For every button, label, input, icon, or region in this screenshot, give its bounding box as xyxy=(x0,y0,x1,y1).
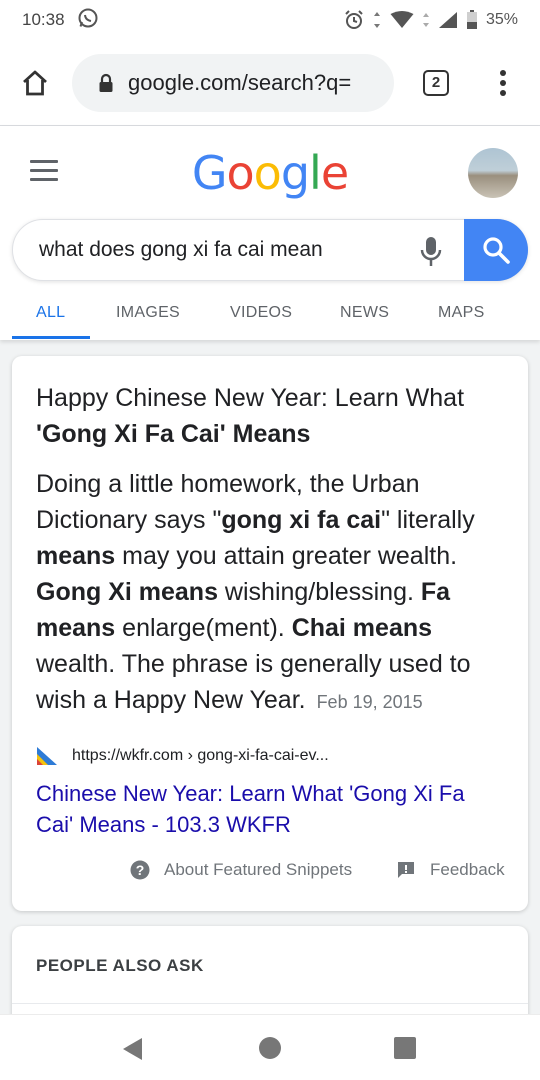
snippet-body-text: Doing a little homework, the Urban Dicti… xyxy=(36,470,475,714)
snippet-text: " literally xyxy=(381,506,475,534)
tab-all[interactable]: ALL xyxy=(36,304,65,322)
people-also-ask-title: PEOPLE ALSO ASK xyxy=(36,956,204,975)
feedback-icon xyxy=(398,862,414,878)
snippet-text: enlarge(ment). xyxy=(115,614,292,642)
data-arrows-icon xyxy=(372,11,382,29)
url-text: google.com/search?q= xyxy=(128,69,352,95)
wifi-icon xyxy=(390,11,414,29)
battery-percent: 35% xyxy=(485,11,518,28)
snippet-footer: ? About Featured Snippets Feedback xyxy=(12,860,528,890)
status-bar: 10:38 35% xyxy=(0,0,540,40)
divider xyxy=(12,1003,528,1004)
mic-icon[interactable] xyxy=(419,236,443,273)
snippet-title-bold: 'Gong Xi Fa Cai' Means xyxy=(36,420,311,448)
logo-letter: G xyxy=(191,146,228,200)
snippet-title-text: Happy Chinese New Year: Learn What xyxy=(36,384,465,412)
browser-toolbar: google.com/search?q= 2 xyxy=(0,40,540,126)
tab-maps[interactable]: MAPS xyxy=(438,304,485,322)
snippet-bold-term: gong xi fa cai xyxy=(221,506,382,534)
search-icon xyxy=(483,237,510,264)
battery-icon xyxy=(466,10,478,30)
snippet-bold-term: Gong Xi means xyxy=(36,578,218,606)
alarm-icon xyxy=(344,10,364,30)
system-nav-bar xyxy=(0,1014,540,1080)
feedback-button[interactable]: Feedback xyxy=(396,860,505,880)
more-vert-icon xyxy=(500,69,506,96)
search-box[interactable]: what does gong xi fa cai mean xyxy=(12,219,528,281)
about-featured-snippets[interactable]: ? About Featured Snippets xyxy=(130,860,352,880)
source-url: https://wkfr.com › gong-xi-fa-cai-ev... xyxy=(72,747,329,764)
logo-letter: l xyxy=(309,146,322,200)
tab-images[interactable]: IMAGES xyxy=(116,304,180,322)
avatar[interactable] xyxy=(468,148,518,198)
google-header: Google what does gong xi fa cai mean ALL… xyxy=(0,126,540,340)
search-input[interactable]: what does gong xi fa cai mean xyxy=(39,238,323,262)
search-tabs: ALL IMAGES VIDEOS NEWS MAPS xyxy=(0,296,540,340)
lock-icon xyxy=(98,73,114,93)
home-button[interactable] xyxy=(0,68,70,98)
feedback-label: Feedback xyxy=(430,860,505,879)
data-arrows-icon xyxy=(422,11,430,29)
snippet-text: wishing/blessing. xyxy=(217,578,421,606)
more-menu-button[interactable] xyxy=(478,69,528,97)
favicon-icon xyxy=(36,746,58,766)
logo-letter: o xyxy=(226,146,255,200)
help-icon: ? xyxy=(130,860,150,880)
snippet-bold-term: means xyxy=(36,542,116,570)
search-button[interactable] xyxy=(464,219,528,281)
svg-text:?: ? xyxy=(136,862,145,878)
about-label: About Featured Snippets xyxy=(164,860,353,879)
tabs-button[interactable]: 2 xyxy=(394,69,478,96)
snippet-title: Happy Chinese New Year: Learn What 'Gong… xyxy=(36,380,506,452)
logo-letter: o xyxy=(253,146,282,200)
status-time: 10:38 xyxy=(22,10,65,29)
logo-letter: e xyxy=(320,146,349,200)
snippet-text: may you attain greater wealth. xyxy=(115,542,458,570)
snippet-date: Feb 19, 2015 xyxy=(316,692,423,712)
active-tab-indicator xyxy=(12,336,90,339)
tab-videos[interactable]: VIDEOS xyxy=(230,304,292,322)
logo-letter: g xyxy=(280,146,310,200)
recents-icon[interactable] xyxy=(393,1036,417,1065)
tabs-icon: 2 xyxy=(423,69,449,96)
result-link[interactable]: Chinese New Year: Learn What 'Gong Xi Fa… xyxy=(36,778,506,840)
home-icon xyxy=(23,70,47,95)
featured-snippet-card: Happy Chinese New Year: Learn What 'Gong… xyxy=(12,356,528,911)
home-circle-icon[interactable] xyxy=(258,1036,282,1065)
whatsapp-icon xyxy=(77,7,99,34)
snippet-bold-term: Chai means xyxy=(291,614,433,642)
signal-icon xyxy=(438,11,458,29)
back-icon[interactable] xyxy=(120,1036,146,1067)
source-row[interactable]: https://wkfr.com › gong-xi-fa-cai-ev... xyxy=(36,746,329,766)
url-bar[interactable]: google.com/search?q= xyxy=(72,53,394,112)
snippet-body: Doing a little homework, the Urban Dicti… xyxy=(36,466,511,720)
tab-news[interactable]: NEWS xyxy=(340,304,389,322)
google-logo[interactable]: Google xyxy=(0,146,540,200)
